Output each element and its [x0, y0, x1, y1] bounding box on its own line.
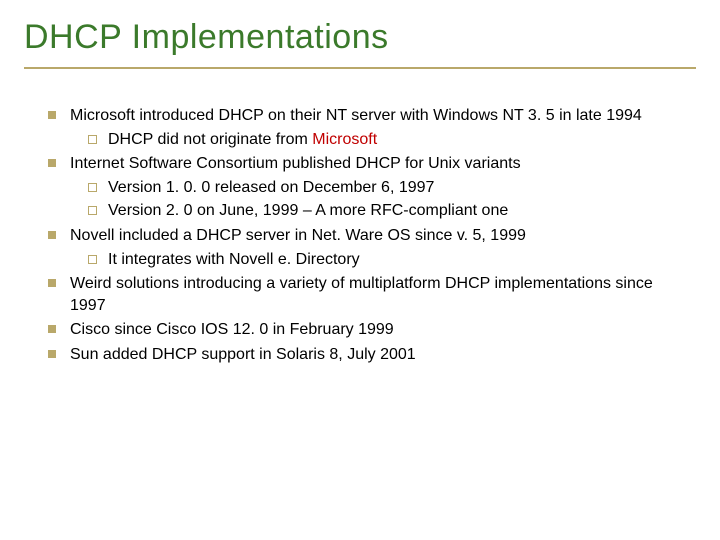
sub-list-item: Version 2. 0 on June, 1999 – A more RFC-… — [70, 200, 686, 222]
sub-list-item: DHCP did not originate from Microsoft — [70, 129, 686, 151]
list-item: Internet Software Consortium published D… — [44, 153, 686, 222]
slide-title: DHCP Implementations — [24, 18, 696, 69]
sub-list-item: Version 1. 0. 0 released on December 6, … — [70, 177, 686, 199]
item-text: Novell included a DHCP server in Net. Wa… — [70, 227, 526, 244]
list-item: Sun added DHCP support in Solaris 8, Jul… — [44, 344, 686, 366]
sub-list-item: It integrates with Novell e. Directory — [70, 249, 686, 271]
sub-list: It integrates with Novell e. Directory — [70, 249, 686, 271]
sub-item-text: Version 2. 0 on June, 1999 – A more RFC-… — [108, 202, 508, 219]
item-text: Microsoft introduced DHCP on their NT se… — [70, 107, 642, 124]
sub-item-text: DHCP did not originate from — [108, 131, 312, 148]
list-item: Cisco since Cisco IOS 12. 0 in February … — [44, 319, 686, 341]
bullet-list: Microsoft introduced DHCP on their NT se… — [44, 105, 686, 366]
item-text: Internet Software Consortium published D… — [70, 155, 521, 172]
list-item: Novell included a DHCP server in Net. Wa… — [44, 225, 686, 270]
sub-item-highlight: Microsoft — [312, 131, 377, 148]
sub-item-text: Version 1. 0. 0 released on December 6, … — [108, 179, 434, 196]
list-item: Microsoft introduced DHCP on their NT se… — [44, 105, 686, 150]
sub-list: Version 1. 0. 0 released on December 6, … — [70, 177, 686, 222]
sub-item-text: It integrates with Novell e. Directory — [108, 251, 360, 268]
list-item: Weird solutions introducing a variety of… — [44, 273, 686, 316]
item-text: Weird solutions introducing a variety of… — [70, 275, 653, 314]
item-text: Cisco since Cisco IOS 12. 0 in February … — [70, 321, 394, 338]
sub-list: DHCP did not originate from Microsoft — [70, 129, 686, 151]
item-text: Sun added DHCP support in Solaris 8, Jul… — [70, 346, 416, 363]
slide: DHCP Implementations Microsoft introduce… — [0, 0, 720, 540]
slide-content: Microsoft introduced DHCP on their NT se… — [24, 105, 696, 366]
